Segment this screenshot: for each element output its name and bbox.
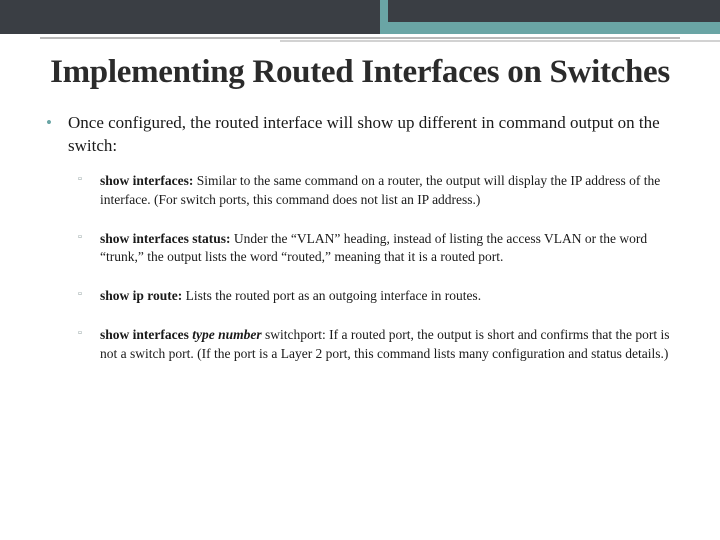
intro-text: Once configured, the routed interface wi… bbox=[68, 113, 660, 155]
slide: Implementing Routed Interfaces on Switch… bbox=[0, 0, 720, 540]
page-title: Implementing Routed Interfaces on Switch… bbox=[40, 54, 680, 92]
main-list: Once configured, the routed interface wi… bbox=[40, 112, 680, 364]
header-underline-1 bbox=[40, 37, 680, 39]
command-list: show interfaces: Similar to the same com… bbox=[68, 172, 670, 364]
command-name: show interfaces status: bbox=[100, 231, 231, 246]
command-name: show interfaces: bbox=[100, 173, 193, 188]
command-emph: type number bbox=[192, 327, 261, 342]
list-item: show interfaces type number switchport: … bbox=[96, 326, 670, 364]
header-underline-2 bbox=[280, 40, 720, 42]
command-desc: Lists the routed port as an outgoing int… bbox=[182, 288, 481, 303]
intro-item: Once configured, the routed interface wi… bbox=[64, 112, 670, 364]
content-area: Implementing Routed Interfaces on Switch… bbox=[0, 44, 720, 540]
command-name: show interfaces bbox=[100, 327, 192, 342]
list-item: show interfaces: Similar to the same com… bbox=[96, 172, 670, 210]
list-item: show ip route: Lists the routed port as … bbox=[96, 287, 670, 306]
list-item: show interfaces status: Under the “VLAN”… bbox=[96, 230, 670, 268]
command-name: show ip route: bbox=[100, 288, 182, 303]
header-accent bbox=[380, 22, 720, 34]
